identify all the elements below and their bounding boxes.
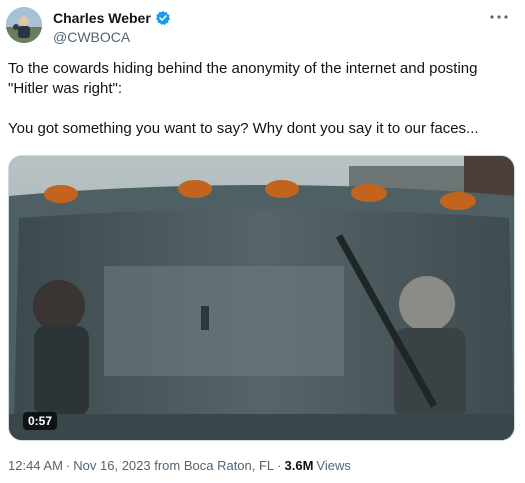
meta-separator: · <box>65 458 71 473</box>
tweet-text-line1: To the cowards hiding behind the anonymi… <box>8 60 482 97</box>
video-player[interactable]: 0:57 <box>8 155 515 441</box>
tweet-text: To the cowards hiding behind the anonymi… <box>8 59 513 139</box>
avatar[interactable] <box>6 7 42 43</box>
views-label: Views <box>316 458 351 473</box>
verified-badge-icon <box>155 10 171 26</box>
author-name-row: Charles Weber <box>53 10 171 26</box>
tweet-metadata: 12:44 AM · Nov 16, 2023 from Boca Raton,… <box>8 458 351 473</box>
tweet-time[interactable]: 12:44 AM <box>8 458 63 473</box>
author-display-name[interactable]: Charles Weber <box>53 10 151 26</box>
author-handle[interactable]: @CWBOCA <box>53 29 130 45</box>
meta-separator: · <box>277 458 282 473</box>
more-horizontal-icon[interactable] <box>487 8 511 26</box>
views-count: 3.6M <box>284 458 314 473</box>
tweet-date-location[interactable]: Nov 16, 2023 from Boca Raton, FL <box>73 458 274 473</box>
video-thumbnail <box>9 156 514 440</box>
tweet-text-line2: You got something you want to say? Why d… <box>8 120 479 137</box>
video-duration-badge: 0:57 <box>23 412 58 430</box>
